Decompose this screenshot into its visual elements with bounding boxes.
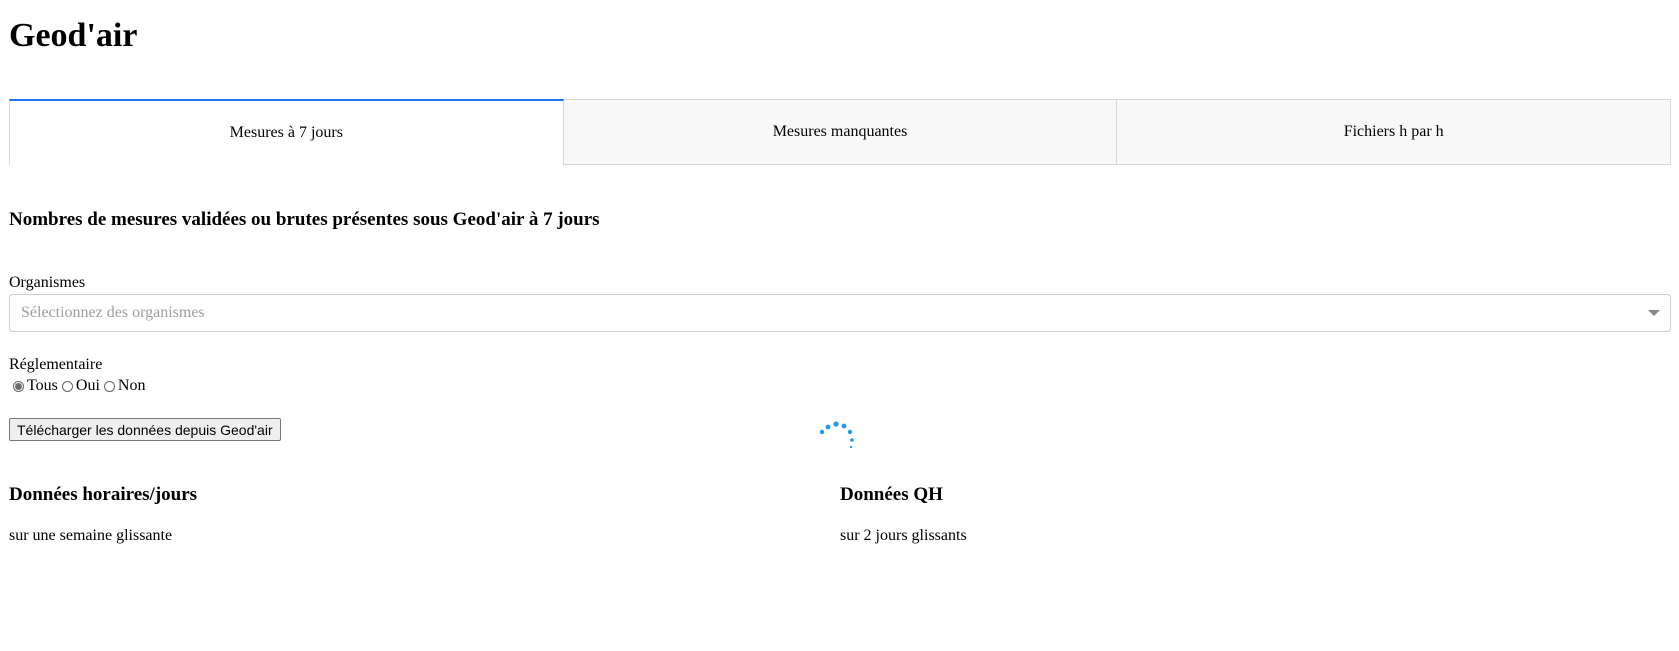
app-title: Geod'air <box>9 17 138 54</box>
tab-fichiers-h-par-h[interactable]: Fichiers h par h <box>1117 99 1672 165</box>
hourly-daily-subtitle: sur une semaine glissante <box>9 527 173 544</box>
radio-tous[interactable] <box>13 380 24 392</box>
tab-bar: Mesures à 7 jours Mesures manquantes Fic… <box>9 99 1672 165</box>
radio-option-tous[interactable]: Tous <box>13 376 58 396</box>
tab-mesures-7-jours[interactable]: Mesures à 7 jours <box>9 99 564 165</box>
download-button[interactable]: Télécharger les données depuis Geod'air <box>9 418 281 441</box>
radio-label-non: Non <box>117 377 146 394</box>
radio-label-oui: Oui <box>75 377 100 394</box>
page-title: Nombres de mesures validées ou brutes pr… <box>9 209 600 230</box>
radio-non[interactable] <box>103 380 115 392</box>
qh-subtitle: sur 2 jours glissants <box>840 527 967 544</box>
radio-option-non[interactable]: Non <box>103 376 146 396</box>
reglementaire-radio-group: Tous Oui Non <box>13 376 149 396</box>
organismes-placeholder: Sélectionnez des organismes <box>21 304 205 321</box>
qh-title: Données QH <box>840 484 943 505</box>
loading-spinner-icon <box>819 421 854 449</box>
radio-option-oui[interactable]: Oui <box>61 376 100 396</box>
organismes-select[interactable]: Sélectionnez des organismes <box>9 294 1671 332</box>
tab-mesures-manquantes[interactable]: Mesures manquantes <box>563 99 1118 165</box>
organismes-label: Organismes <box>9 274 86 291</box>
hourly-daily-title: Données horaires/jours <box>9 484 198 505</box>
radio-oui[interactable] <box>61 380 73 392</box>
chevron-down-icon[interactable] <box>1648 310 1660 316</box>
reglementaire-label: Réglementaire <box>9 356 103 373</box>
radio-label-tous: Tous <box>27 377 58 394</box>
